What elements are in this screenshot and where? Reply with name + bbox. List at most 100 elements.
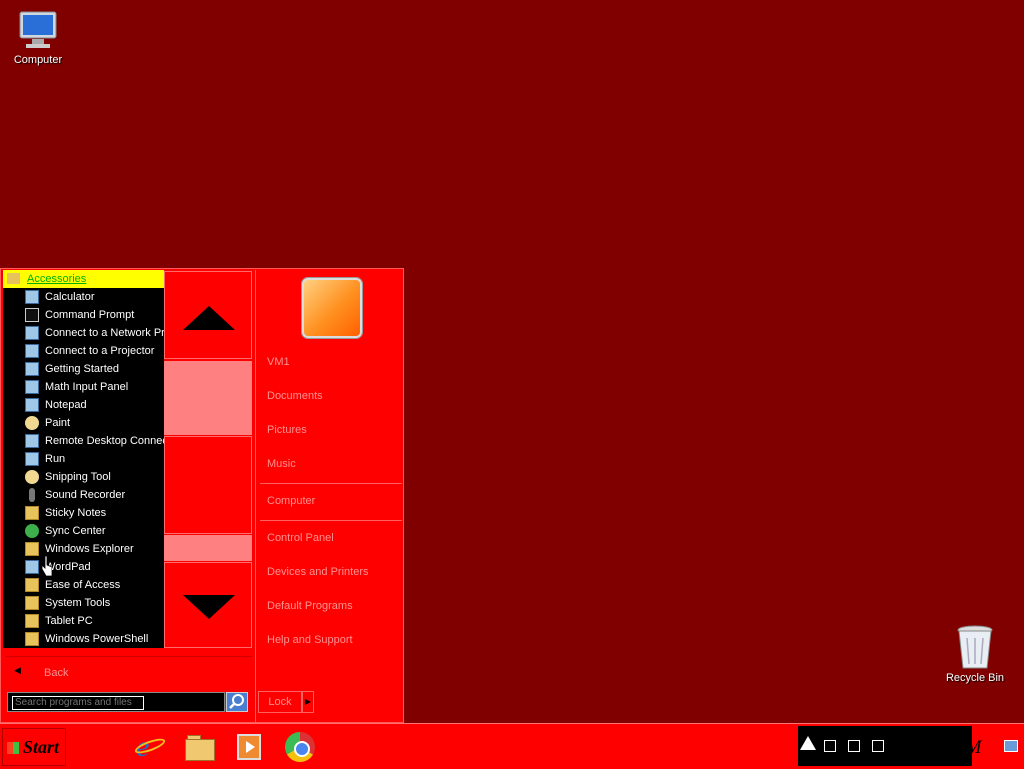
search-button[interactable]	[226, 692, 248, 712]
paint-icon	[25, 416, 39, 430]
folder-icon	[7, 273, 20, 284]
back-arrow-icon: ◀	[14, 665, 21, 675]
action-center-flag-icon[interactable]	[824, 740, 836, 752]
program-label: Notepad	[45, 399, 87, 411]
lock-button[interactable]: Lock	[258, 691, 302, 713]
scroll-down-button[interactable]	[164, 562, 252, 648]
run-icon	[25, 452, 39, 466]
scroll-track[interactable]	[164, 436, 252, 534]
back-button[interactable]: ◀ Back	[6, 656, 252, 687]
remote-desktop-icon	[25, 434, 39, 448]
desktop-icon-recycle-bin[interactable]: Recycle Bin	[940, 624, 1010, 684]
start-button[interactable]: Start	[2, 728, 66, 766]
program-item[interactable]: Windows PowerShell	[3, 630, 164, 648]
windows-explorer-icon	[185, 739, 215, 761]
program-label: Ease of Access	[45, 579, 121, 591]
sticky-notes-icon	[25, 506, 39, 520]
program-item[interactable]: Connect to a Projector	[3, 342, 164, 360]
folder-icon	[25, 632, 39, 646]
program-label: Calculator	[45, 291, 95, 303]
program-item[interactable]: WordPad	[3, 558, 164, 576]
program-item[interactable]: Notepad	[3, 396, 164, 414]
search-box[interactable]	[7, 692, 225, 712]
scroll-track-highlight[interactable]	[164, 535, 252, 561]
notepad-icon	[25, 398, 39, 412]
program-item[interactable]: Run	[3, 450, 164, 468]
program-item[interactable]: Remote Desktop Connec	[3, 432, 164, 450]
folder-icon	[25, 596, 39, 610]
taskbar-internet-explorer[interactable]: e	[133, 731, 167, 763]
folder-icon	[25, 614, 39, 628]
microphone-icon	[29, 488, 35, 502]
network-icon[interactable]	[848, 740, 860, 752]
network-projector-icon	[25, 326, 39, 340]
projector-icon	[25, 344, 39, 358]
program-label: Connect to a Network Pr	[45, 327, 164, 339]
music-link[interactable]: Music	[267, 458, 296, 470]
volume-muted-icon[interactable]	[872, 740, 884, 752]
program-item[interactable]: Calculator	[3, 288, 164, 306]
explorer-icon	[25, 542, 39, 556]
program-item[interactable]: Command Prompt	[3, 306, 164, 324]
taskbar: Start e	[0, 723, 1024, 769]
program-label: Math Input Panel	[45, 381, 129, 393]
scroll-up-button[interactable]	[164, 271, 252, 359]
clock[interactable]: 10:02 PM	[905, 737, 982, 759]
desktop-icon-label: Recycle Bin	[945, 672, 1005, 684]
desktop-icon-computer[interactable]: Computer	[3, 8, 73, 66]
program-label: Sticky Notes	[45, 507, 107, 519]
user-avatar[interactable]	[302, 278, 362, 338]
program-item[interactable]: Math Input Panel	[3, 378, 164, 396]
windows-logo-icon	[7, 742, 19, 754]
taskbar-windows-explorer[interactable]	[184, 731, 216, 763]
program-item[interactable]: Snipping Tool	[3, 468, 164, 486]
play-icon	[246, 741, 255, 753]
folder-accessories[interactable]: Accessories	[3, 270, 164, 288]
program-item[interactable]: Windows Explorer	[3, 540, 164, 558]
search-input[interactable]	[12, 696, 144, 710]
documents-link[interactable]: Documents	[267, 390, 323, 402]
shutdown-options-arrow[interactable]: ▶	[302, 691, 314, 713]
show-desktop-icon[interactable]	[1004, 740, 1018, 752]
control-panel-link[interactable]: Control Panel	[267, 532, 334, 544]
recycle-bin-icon	[957, 625, 993, 669]
folder-icon	[25, 578, 39, 592]
scroll-thumb[interactable]	[164, 361, 252, 435]
program-label: Paint	[45, 417, 71, 429]
program-label: Snipping Tool	[45, 471, 111, 483]
program-item[interactable]: Sticky Notes	[3, 504, 164, 522]
program-label: Connect to a Projector	[45, 345, 155, 357]
desktop-icon-label: Computer	[13, 54, 63, 66]
program-item[interactable]: Paint	[3, 414, 164, 432]
show-hidden-icons-icon[interactable]	[800, 736, 816, 750]
program-item[interactable]: Sound Recorder	[3, 486, 164, 504]
taskbar-media-player[interactable]	[234, 731, 266, 763]
start-label: Start	[23, 737, 60, 757]
help-support-link[interactable]: Help and Support	[267, 634, 353, 646]
user-folder-link[interactable]: VM1	[267, 356, 290, 368]
arrow-up-icon	[183, 306, 235, 330]
program-label: Sync Center	[45, 525, 106, 537]
computer-icon	[19, 11, 57, 48]
program-item[interactable]: Getting Started	[3, 360, 164, 378]
program-label: Windows Explorer	[45, 543, 134, 555]
math-input-icon	[25, 380, 39, 394]
computer-link[interactable]: Computer	[267, 495, 315, 507]
program-item[interactable]: System Tools	[3, 594, 164, 612]
program-list-scrollbar[interactable]	[163, 270, 253, 648]
divider	[260, 483, 402, 484]
calculator-icon	[25, 290, 39, 304]
program-item[interactable]: Connect to a Network Pr	[3, 324, 164, 342]
mouse-cursor-icon	[42, 556, 52, 576]
sync-icon	[25, 524, 39, 538]
command-prompt-icon	[25, 308, 39, 322]
program-list[interactable]: Accessories Calculator Command Prompt Co…	[3, 270, 164, 648]
program-item[interactable]: Ease of Access	[3, 576, 164, 594]
default-programs-link[interactable]: Default Programs	[267, 600, 353, 612]
pictures-link[interactable]: Pictures	[267, 424, 307, 436]
program-item[interactable]: Tablet PC	[3, 612, 164, 630]
program-item[interactable]: Sync Center	[3, 522, 164, 540]
devices-printers-link[interactable]: Devices and Printers	[267, 566, 369, 578]
taskbar-chrome[interactable]	[284, 731, 316, 763]
program-label: Run	[45, 453, 66, 465]
